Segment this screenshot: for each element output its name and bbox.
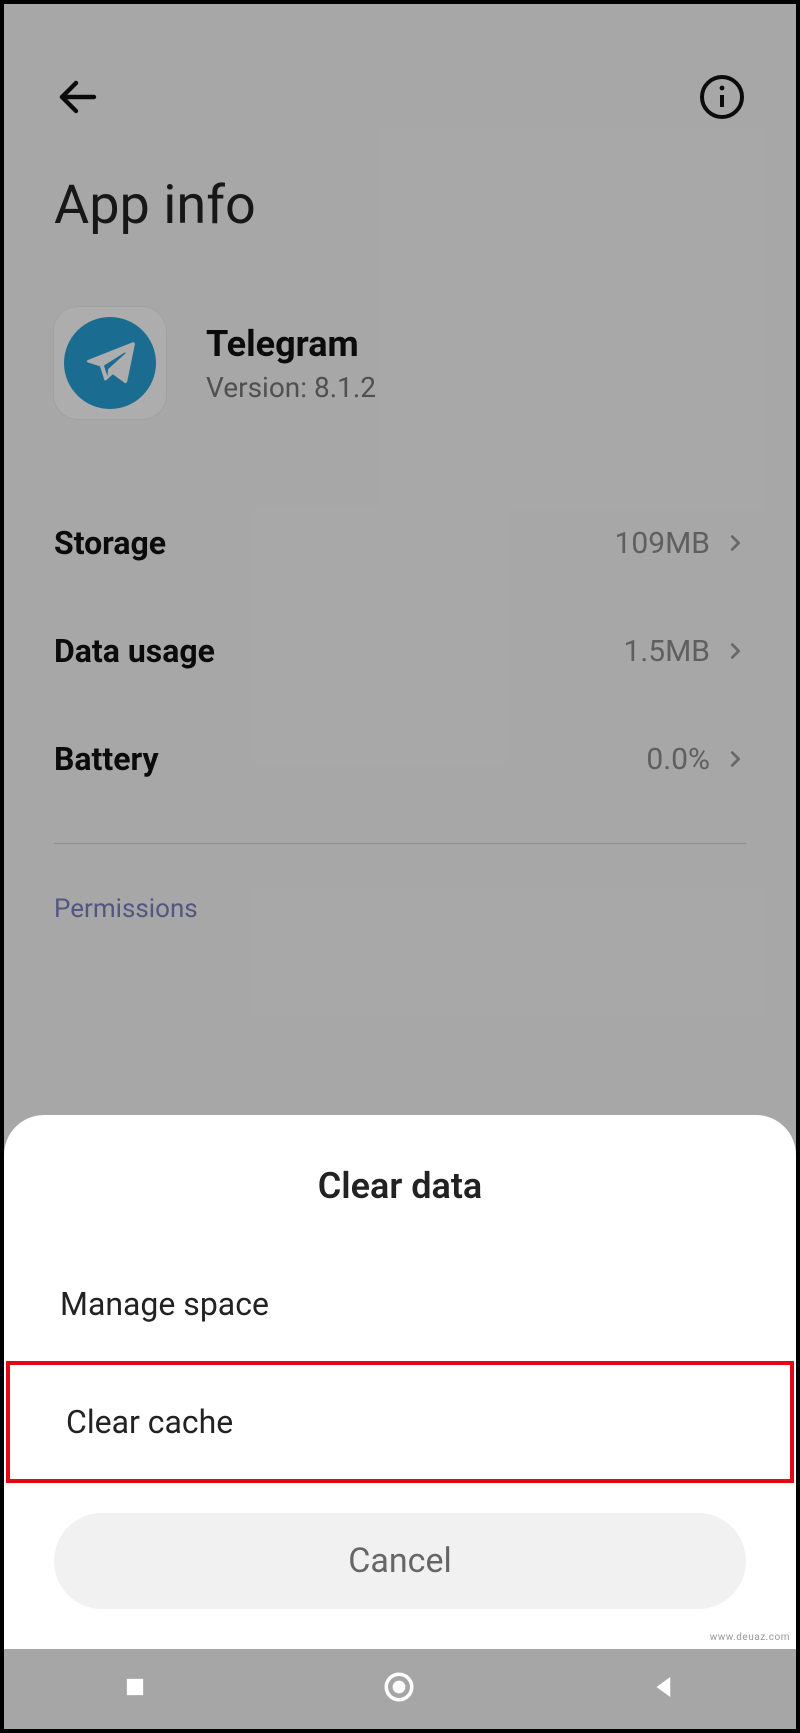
battery-row[interactable]: Battery 0.0% (54, 705, 746, 813)
watermark: www.deuaz.com (710, 1632, 790, 1643)
clear-data-sheet: Clear data Manage space Clear cache Canc… (4, 1115, 796, 1649)
recent-apps-icon[interactable] (121, 1673, 149, 1705)
app-name: Telegram (206, 323, 376, 365)
system-nav-bar (4, 1649, 796, 1729)
chevron-right-icon (724, 748, 746, 770)
divider (54, 843, 746, 844)
clear-cache-highlight: Clear cache (6, 1361, 794, 1483)
page-title: App info (54, 174, 746, 237)
back-icon[interactable] (54, 73, 102, 125)
device-frame: App info Telegram Version: 8.1.2 Storage… (0, 0, 800, 1733)
chevron-right-icon (724, 640, 746, 662)
home-icon[interactable] (382, 1670, 416, 1708)
clear-cache-option[interactable]: Clear cache (10, 1365, 790, 1479)
app-icon (54, 307, 166, 419)
cancel-label: Cancel (348, 1541, 452, 1581)
back-nav-icon[interactable] (649, 1672, 679, 1706)
data-usage-value: 1.5MB (623, 634, 710, 669)
data-usage-label: Data usage (54, 632, 215, 670)
cancel-button[interactable]: Cancel (54, 1513, 746, 1609)
storage-row[interactable]: Storage 109MB (54, 489, 746, 597)
info-icon[interactable] (698, 73, 746, 125)
storage-label: Storage (54, 524, 166, 562)
storage-value-group: 109MB (615, 526, 746, 561)
sheet-title: Clear data (4, 1165, 796, 1207)
manage-space-option[interactable]: Manage space (4, 1247, 796, 1361)
storage-value: 109MB (615, 526, 710, 561)
data-usage-value-group: 1.5MB (623, 634, 746, 669)
battery-value: 0.0% (646, 742, 710, 777)
telegram-icon (64, 317, 156, 409)
app-header: Telegram Version: 8.1.2 (54, 297, 746, 449)
battery-value-group: 0.0% (646, 742, 746, 777)
app-version: Version: 8.1.2 (206, 371, 376, 404)
app-meta: Telegram Version: 8.1.2 (206, 323, 376, 404)
data-usage-row[interactable]: Data usage 1.5MB (54, 597, 746, 705)
chevron-right-icon (724, 532, 746, 554)
permissions-section-title: Permissions (54, 894, 746, 924)
top-bar (54, 4, 746, 144)
battery-label: Battery (54, 740, 159, 778)
